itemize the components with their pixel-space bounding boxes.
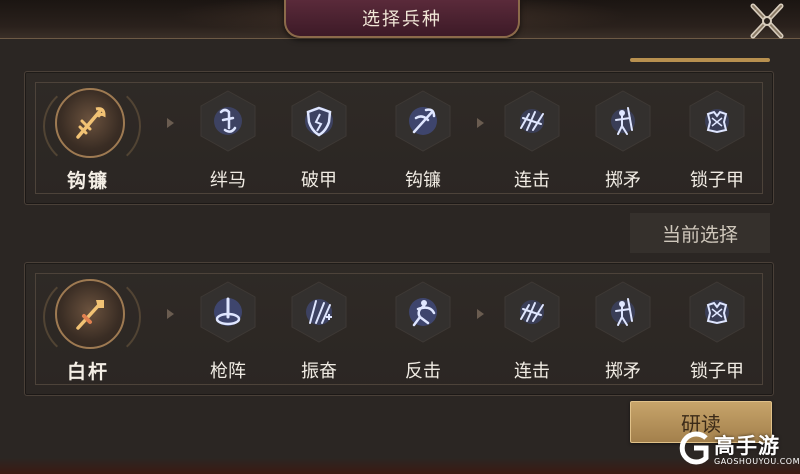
skill-label: 掷矛 [605, 361, 641, 382]
spear-throw-icon [611, 107, 635, 135]
skill-label: 枪阵 [210, 361, 246, 382]
spear-throw-icon [611, 298, 635, 326]
skill-label: 钩镰 [405, 170, 441, 191]
inspire-icon [306, 299, 332, 325]
skill-break-armor[interactable] [290, 90, 348, 152]
trip-horse-icon [214, 107, 242, 135]
counter-attack-icon [409, 298, 437, 327]
unit-panel-white-spear[interactable]: 白杆 枪阵 振奋 反击 连击 掷矛 锁子甲 [24, 262, 774, 396]
close-x-icon [750, 3, 784, 39]
page-title: 选择兵种 [362, 9, 442, 30]
skill-label: 连击 [514, 361, 550, 382]
skill-spear-throw[interactable] [594, 90, 652, 152]
skill-label: 掷矛 [605, 170, 641, 191]
skill-spear-throw[interactable] [594, 281, 652, 343]
unit-name: 白杆 [66, 361, 109, 383]
chevron-right-icon [477, 118, 484, 128]
chainmail-icon [705, 300, 729, 325]
chevron-right-icon [167, 118, 174, 128]
skill-label: 绊马 [210, 170, 246, 191]
skill-label: 连击 [514, 170, 550, 191]
watermark-text: 高手游 [714, 434, 780, 458]
combo-strike-icon [520, 109, 544, 133]
chevron-right-icon [167, 309, 174, 319]
skill-label: 破甲 [301, 170, 337, 191]
close-button[interactable] [744, 1, 790, 41]
skill-counter[interactable] [394, 281, 452, 343]
watermark-domain: GAOSHOUYOU.COM [714, 457, 800, 466]
title-plate: 选择兵种 [284, 0, 520, 38]
skill-label: 锁子甲 [690, 170, 744, 191]
skill-chainmail[interactable] [688, 90, 746, 152]
skill-combo[interactable] [503, 90, 561, 152]
skill-label: 振奋 [301, 361, 337, 382]
skill-spear-formation[interactable] [199, 281, 257, 343]
broken-shield-icon [305, 106, 333, 137]
skill-label: 反击 [405, 361, 441, 382]
white-spear-icon [43, 273, 141, 361]
chevron-right-icon [477, 309, 484, 319]
watermark: 高手游 GAOSHOUYOU.COM [676, 428, 800, 472]
current-selection-label: 当前选择 [630, 213, 770, 253]
unit-panel-hook-sickle[interactable]: 钩镰 绊马 破甲 钩镰 连击 掷矛 锁子甲 [24, 71, 774, 205]
skill-combo[interactable] [503, 281, 561, 343]
skill-hook-sickle[interactable] [394, 90, 452, 152]
skill-label: 锁子甲 [690, 361, 744, 382]
unit-name: 钩镰 [66, 170, 109, 192]
hook-sickle-skill-icon [409, 107, 437, 135]
hook-sickle-icon [43, 82, 141, 170]
skill-inspire[interactable] [290, 281, 348, 343]
combo-strike-icon [520, 300, 544, 324]
selection-progress-line [630, 58, 770, 62]
chainmail-icon [705, 109, 729, 134]
spear-formation-icon [214, 297, 242, 326]
skill-trip-horse[interactable] [199, 90, 257, 152]
gaoshouyou-logo-icon [679, 431, 709, 465]
skill-chainmail[interactable] [688, 281, 746, 343]
